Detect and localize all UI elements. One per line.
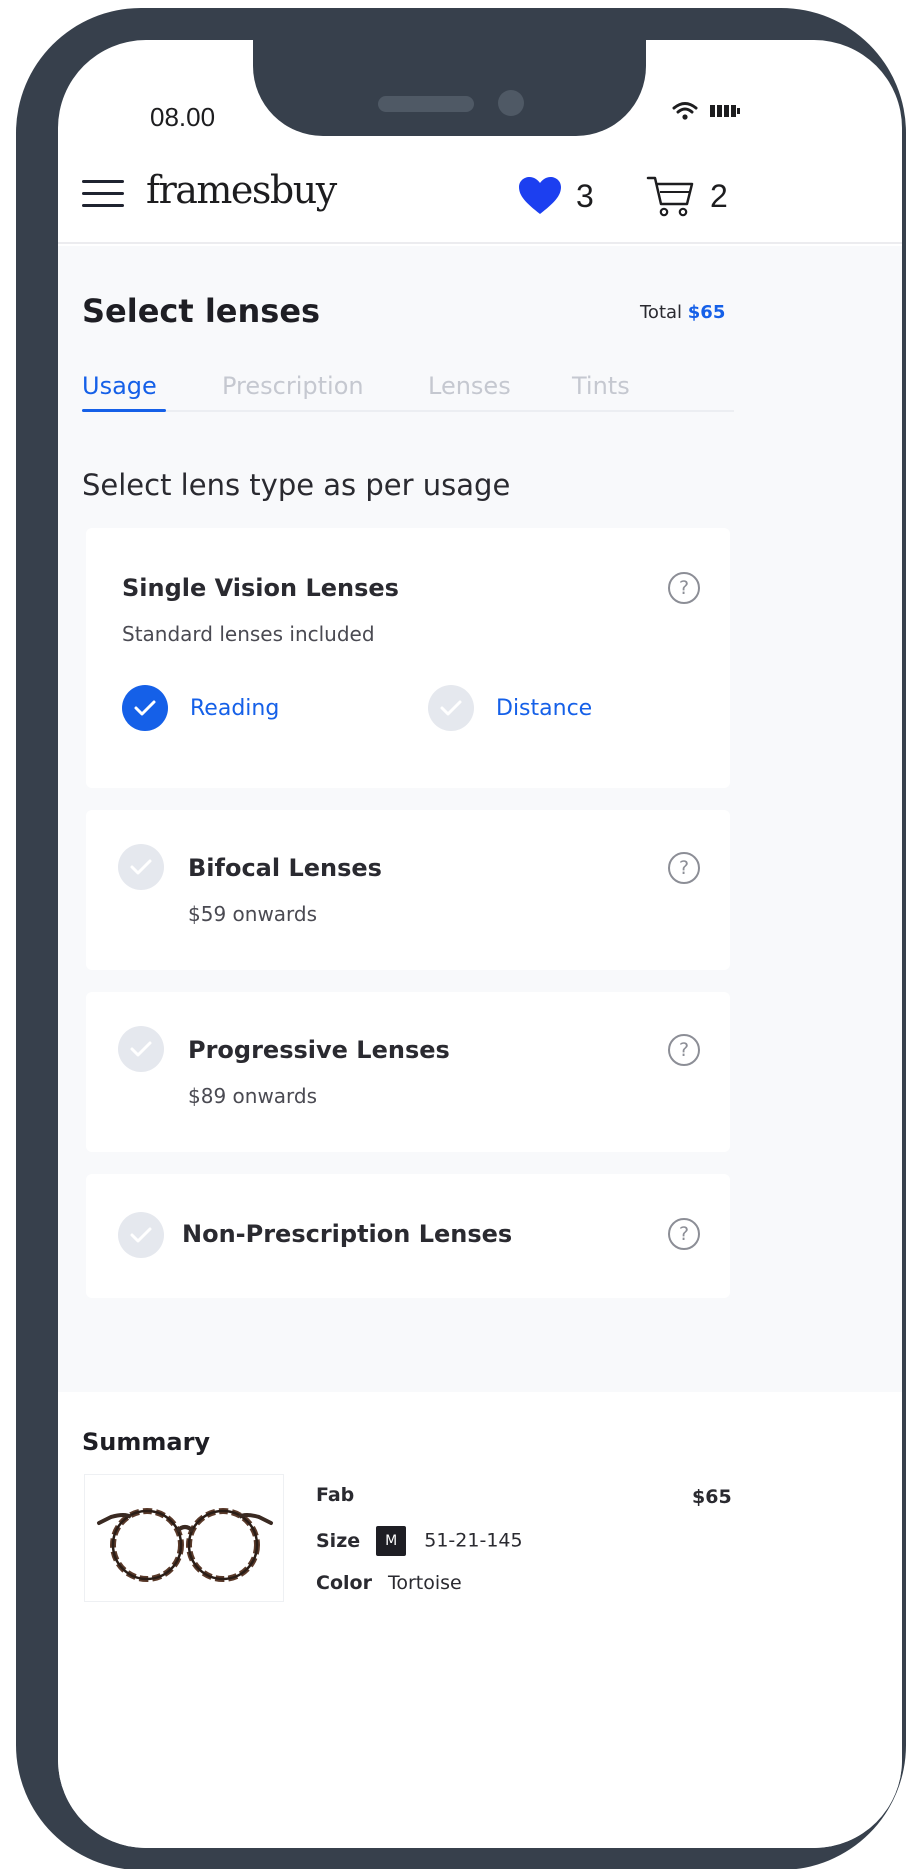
active-tab-indicator: [82, 409, 166, 412]
non-prescription-card[interactable]: Non-Prescription Lenses ?: [86, 1174, 730, 1298]
checkmark-icon: [134, 700, 156, 716]
progressive-price: $89 onwards: [188, 1084, 318, 1108]
help-icon[interactable]: ?: [668, 1218, 700, 1250]
tab-usage[interactable]: Usage: [82, 372, 157, 400]
bifocal-card[interactable]: Bifocal Lenses $59 onwards ?: [86, 810, 730, 970]
color-value: Tortoise: [387, 1572, 462, 1594]
heart-icon: [519, 177, 561, 214]
single-vision-card[interactable]: Single Vision Lenses Standard lenses inc…: [86, 528, 730, 788]
non-prescription-checkbox[interactable]: [118, 1212, 164, 1258]
step-tabs: Usage Prescription Lenses Tints: [82, 372, 734, 412]
help-icon[interactable]: ?: [668, 1034, 700, 1066]
order-total: Total $65: [640, 302, 725, 323]
tab-tints[interactable]: Tints: [572, 372, 630, 400]
eyeglasses-icon: [97, 1508, 273, 1582]
bifocal-title: Bifocal Lenses: [188, 854, 382, 882]
app-header: framesbuy 3 2: [58, 140, 902, 244]
progressive-card[interactable]: Progressive Lenses $89 onwards ?: [86, 992, 730, 1152]
summary-title: Summary: [82, 1428, 211, 1456]
tab-lenses[interactable]: Lenses: [428, 372, 511, 400]
bifocal-price: $59 onwards: [188, 902, 318, 926]
section-title: Select lens type as per usage: [82, 468, 511, 502]
reading-checkbox[interactable]: [122, 685, 168, 731]
product-price: $65: [692, 1486, 732, 1508]
help-icon[interactable]: ?: [668, 852, 700, 884]
cart-button[interactable]: 2: [646, 174, 728, 218]
checkmark-icon: [130, 859, 152, 875]
progressive-title: Progressive Lenses: [188, 1036, 450, 1064]
distance-checkbox[interactable]: [428, 685, 474, 731]
checkmark-icon: [440, 700, 462, 716]
non-prescription-title: Non-Prescription Lenses: [182, 1220, 513, 1248]
distance-option-label[interactable]: Distance: [496, 696, 592, 721]
single-vision-title: Single Vision Lenses: [122, 574, 399, 602]
cart-icon: [646, 176, 694, 217]
size-label: Size: [316, 1529, 361, 1552]
phone-screen: 08.00 framesbuy 3 2 Select lenses Total …: [58, 40, 902, 1848]
phone-notch: [253, 40, 646, 136]
page-title: Select lenses: [82, 292, 321, 330]
size-value: 51-21-145: [424, 1529, 523, 1552]
battery-icon: [710, 105, 740, 117]
total-label: Total: [640, 302, 683, 323]
wishlist-count: 3: [576, 177, 594, 214]
phone-frame: 08.00 framesbuy 3 2 Select lenses Total …: [16, 8, 906, 1869]
cart-count: 2: [710, 177, 728, 214]
hamburger-menu-icon[interactable]: [82, 180, 124, 210]
speaker-grille: [378, 96, 474, 112]
checkmark-icon: [130, 1227, 152, 1243]
front-camera: [498, 90, 524, 116]
product-image: [84, 1474, 284, 1602]
tab-prescription[interactable]: Prescription: [222, 372, 364, 400]
wishlist-button[interactable]: 3: [518, 176, 594, 216]
reading-option-label[interactable]: Reading: [190, 696, 279, 721]
checkmark-icon: [130, 1041, 152, 1057]
progressive-checkbox[interactable]: [118, 1026, 164, 1072]
bifocal-checkbox[interactable]: [118, 844, 164, 890]
size-badge: M: [376, 1526, 407, 1556]
lens-selection-content: Select lenses Total $65 Usage Prescripti…: [58, 246, 902, 1392]
color-label: Color: [316, 1572, 372, 1594]
wifi-icon: [672, 102, 698, 120]
product-name: Fab: [316, 1484, 355, 1506]
single-vision-subtitle: Standard lenses included: [122, 622, 375, 646]
order-summary: Summary Fab $65 Size M 51-21-145 Color T…: [58, 1392, 902, 1848]
status-time: 08.00: [150, 102, 216, 132]
color-row: Color Tortoise: [316, 1572, 462, 1594]
brand-logo[interactable]: framesbuy: [146, 168, 337, 212]
help-icon[interactable]: ?: [668, 572, 700, 604]
size-row: Size M 51-21-145: [316, 1526, 523, 1556]
total-value: $65: [687, 302, 726, 323]
status-icons: [672, 100, 740, 122]
